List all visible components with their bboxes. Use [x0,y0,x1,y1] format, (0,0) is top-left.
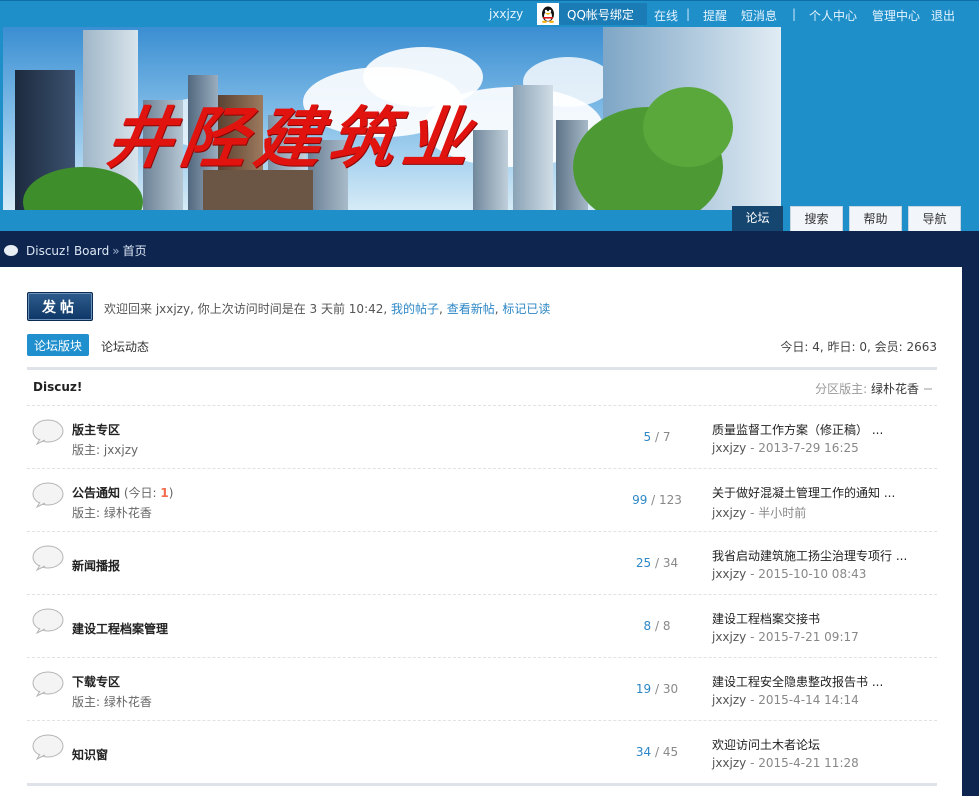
view-new-posts-link[interactable]: 查看新帖 [447,302,495,316]
divider: | [686,7,691,21]
forum-row: 建设工程档案管理 8 / 8 建设工程档案交接书 jxxjzy - 2015-7… [27,594,937,657]
admin-link[interactable]: 管理中心 [872,7,920,24]
forum-counts: 19 / 30 [635,682,679,696]
forum-name[interactable]: 下载专区 [72,673,120,690]
category-title[interactable]: Discuz! [33,380,82,394]
forum-row: 公告通知 (今日: 1) 版主: 绿朴花香 99 / 123 关于做好混凝土管理… [27,468,937,531]
tab-navigation[interactable]: 导航 [908,206,961,231]
forum-moderator[interactable]: 版主: 绿朴花香 [72,504,152,521]
breadcrumb: Discuz! Board » 首页 [4,242,147,259]
forum-counts: 25 / 34 [635,556,679,570]
last-post-title[interactable]: 建设工程档案交接书 [712,610,820,627]
breadcrumb-home[interactable]: 首页 [123,242,147,259]
forum-bubble-icon [32,545,64,571]
online-link[interactable]: 在线 [654,7,678,24]
forum-name[interactable]: 建设工程档案管理 [72,620,168,637]
forum-bubble-icon [32,608,64,634]
last-post-title[interactable]: 质量监督工作方案（修正稿） ... [712,421,883,438]
last-post-meta: jxxjzy - 2013-7-29 16:25 [712,441,859,455]
remind-link[interactable]: 提醒 [703,7,727,24]
mark-read-link[interactable]: 标记已读 [502,302,550,316]
last-post-meta: jxxjzy - 2015-4-14 14:14 [712,693,859,707]
forum-row: 下载专区 版主: 绿朴花香 19 / 30 建设工程安全隐患整改报告书 ... … [27,657,937,720]
tab-help[interactable]: 帮助 [849,206,902,231]
tab-forum-activity[interactable]: 论坛动态 [101,338,149,355]
forum-counts: 99 / 123 [632,493,682,507]
last-post-meta: jxxjzy - 半小时前 [712,506,807,520]
welcome-text: 欢迎回来 jxxjzy, 你上次访问时间是在 3 天前 10:42, 我的帖子,… [104,302,551,316]
last-post-title[interactable]: 欢迎访问土木者论坛 [712,736,820,753]
forum-name[interactable]: 新闻播报 [72,557,120,574]
last-post-title[interactable]: 我省启动建筑施工扬尘治理专项行 ... [712,547,907,564]
collapse-icon[interactable] [924,388,932,390]
new-post-button[interactable]: 发帖 [27,292,93,321]
qq-bind-label: QQ帐号绑定 [567,7,634,22]
forum-moderator[interactable]: 版主: 绿朴花香 [72,693,152,710]
forum-name[interactable]: 版主专区 [72,421,120,438]
main-panel: 发帖 欢迎回来 jxxjzy, 你上次访问时间是在 3 天前 10:42, 我的… [0,267,962,796]
last-post-title[interactable]: 建设工程安全隐患整改报告书 ... [712,673,883,690]
forum-row: 版主专区 版主: jxxjzy 5 / 7 质量监督工作方案（修正稿） ... … [27,405,937,468]
forum-row: 知识窗 34 / 45 欢迎访问土木者论坛 jxxjzy - 2015-4-21… [27,720,937,783]
qq-penguin-icon [537,3,559,25]
forum-stats: 今日: 4, 昨日: 0, 会员: 2663 [780,340,937,354]
last-post-meta: jxxjzy - 2015-10-10 08:43 [712,567,867,581]
banner-calligraphy: 井陉建筑业 [101,99,483,177]
last-post-meta: jxxjzy - 2015-7-21 09:17 [712,630,859,644]
forum-bubble-icon [32,419,64,445]
category-header: Discuz! 分区版主: 绿朴花香 [27,367,937,405]
tab-forum[interactable]: 论坛 [732,206,783,231]
forum-bubble-icon [32,734,64,760]
breadcrumb-board[interactable]: Discuz! Board [26,244,109,258]
profile-link[interactable]: 个人中心 [809,7,857,24]
pm-link[interactable]: 短消息 [741,7,777,24]
forum-name[interactable]: 公告通知 (今日: 1) [72,484,173,501]
site-banner[interactable]: 井陉建筑业 [3,27,781,210]
forum-row: 新闻播报 25 / 34 我省启动建筑施工扬尘治理专项行 ... jxxjzy … [27,531,937,594]
forum-moderator[interactable]: 版主: jxxjzy [72,441,138,458]
forum-bubble-icon [32,482,64,508]
forum-bubble-icon [32,671,64,697]
qq-bind-button[interactable]: QQ帐号绑定 [537,3,647,25]
username-link[interactable]: jxxjzy [489,7,523,21]
forum-counts: 5 / 7 [643,430,671,444]
category-moderators: 分区版主: 绿朴花香 [815,380,919,397]
home-bubble-icon [4,245,18,256]
moderator-label: 分区版主: [815,382,868,396]
divider [27,783,937,786]
forum-counts: 8 / 8 [643,619,671,633]
logout-link[interactable]: 退出 [931,7,955,24]
tab-forum-sections[interactable]: 论坛版块 [27,334,89,356]
breadcrumb-separator: » [112,243,120,258]
forum-name[interactable]: 知识窗 [72,746,108,763]
header-band: jxxjzy QQ帐号绑定 在线 | 提醒 短消息 | 个人中心 管理中心 退出 [0,0,979,231]
category-moderator-link[interactable]: 绿朴花香 [871,382,919,396]
tab-search[interactable]: 搜索 [790,206,843,231]
welcome-prefix: 欢迎回来 jxxjzy, 你上次访问时间是在 3 天前 10:42, [104,302,388,316]
top-user-bar: jxxjzy QQ帐号绑定 在线 | 提醒 短消息 | 个人中心 管理中心 退出 [0,1,979,27]
last-post-title[interactable]: 关于做好混凝土管理工作的通知 ... [712,484,895,501]
my-posts-link[interactable]: 我的帖子 [391,302,439,316]
forum-counts: 34 / 45 [635,745,679,759]
divider: | [792,7,797,21]
last-post-meta: jxxjzy - 2015-4-21 11:28 [712,756,859,770]
